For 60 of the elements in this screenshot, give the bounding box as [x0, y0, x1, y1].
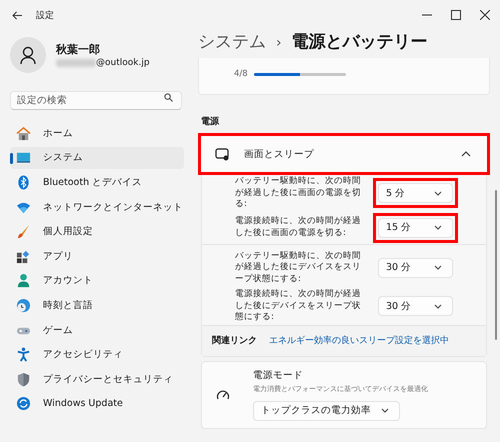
- chevron-down-icon: [434, 304, 442, 309]
- breadcrumb-separator: ›: [276, 35, 282, 51]
- progress-reading: 4/8: [234, 69, 248, 79]
- related-link[interactable]: エネルギー効率の良いスリープ設定を選択中: [269, 334, 449, 347]
- monitor-icon: [16, 150, 31, 166]
- close-icon[interactable]: [480, 10, 490, 20]
- sidebar-item[interactable]: Windows Update: [10, 392, 184, 416]
- avatar: [10, 37, 46, 73]
- scrollbar[interactable]: [495, 190, 497, 340]
- chevron-down-icon: [381, 408, 389, 413]
- dropdown[interactable]: 30 分: [378, 296, 453, 316]
- dropdown[interactable]: トップクラスの電力効率: [253, 400, 400, 420]
- sync-icon: [16, 396, 31, 412]
- setting-title: 電源モード: [253, 368, 304, 382]
- shield-icon: [16, 372, 31, 387]
- setting-label: バッテリー駆動時に、次の時間が経過した後に画面の電源を切る:: [235, 176, 362, 210]
- dropdown[interactable]: 15 分: [378, 218, 453, 238]
- gauge-icon: [216, 388, 230, 400]
- sidebar-item[interactable]: ゲーム: [10, 318, 184, 342]
- setting-label: 電源接続時に、次の時間が経過した後にデバイスをスリープ状態にする:: [235, 289, 362, 324]
- setting-label: バッテリー駆動時に、次の時間が経過した後にデバイスをスリープ状態にする:: [235, 250, 362, 285]
- chevron-icon: [461, 151, 471, 157]
- sidebar-item[interactable]: Bluetooth とデバイス: [10, 171, 184, 194]
- maximize-icon[interactable]: [451, 10, 461, 20]
- sidebar-item[interactable]: システム: [10, 146, 184, 170]
- sidebar-item[interactable]: アプリ: [10, 244, 184, 268]
- sidebar-item[interactable]: アカウント: [10, 270, 184, 292]
- dropdown[interactable]: 30 分: [378, 258, 453, 278]
- apps-icon: [16, 248, 31, 264]
- redacted-text-mark: [56, 59, 96, 67]
- sidebar-item[interactable]: 時刻と言語: [10, 294, 184, 317]
- back-icon[interactable]: [12, 10, 23, 20]
- page-title: 電源とバッテリー: [292, 31, 428, 53]
- dropdown[interactable]: 5 分: [378, 183, 453, 204]
- sidebar-item[interactable]: ホーム: [10, 122, 184, 145]
- search-field[interactable]: 設定の検索: [10, 91, 182, 110]
- breadcrumb-link[interactable]: システム: [198, 30, 266, 53]
- sidebar-item[interactable]: アクセシビリティ: [10, 343, 184, 366]
- chevron-down-icon: [434, 265, 442, 270]
- search-icon: [164, 93, 173, 102]
- display-icon: [215, 148, 229, 160]
- sidebar-item[interactable]: 個人用設定: [10, 220, 184, 243]
- bluetooth-icon: [16, 174, 31, 190]
- user-name: 秋葉一郎: [56, 42, 101, 57]
- brush-icon: [16, 224, 31, 240]
- user-email: @outlook.jp: [96, 58, 150, 68]
- setting-label: 電源接続時に、次の時間が経過した後に画面の電源を切る:: [235, 216, 362, 239]
- person-icon: [16, 273, 31, 288]
- chevron-down-icon: [434, 190, 442, 196]
- expander-header[interactable]: 画面とスリープ: [198, 133, 490, 175]
- window-title: 設定: [36, 10, 54, 22]
- globe-clock-icon: [16, 298, 31, 313]
- expander-title: 画面とスリープ: [244, 148, 315, 160]
- sidebar-item[interactable]: プライバシーとセキュリティ: [10, 368, 184, 391]
- accessibility-icon: [16, 347, 31, 362]
- related-label: 関連リンク: [212, 334, 257, 347]
- section-label: 電源: [201, 116, 220, 128]
- sidebar-item[interactable]: ネットワークとインターネット: [10, 196, 184, 218]
- house-icon: [16, 126, 31, 141]
- chevron-down-icon: [434, 225, 442, 230]
